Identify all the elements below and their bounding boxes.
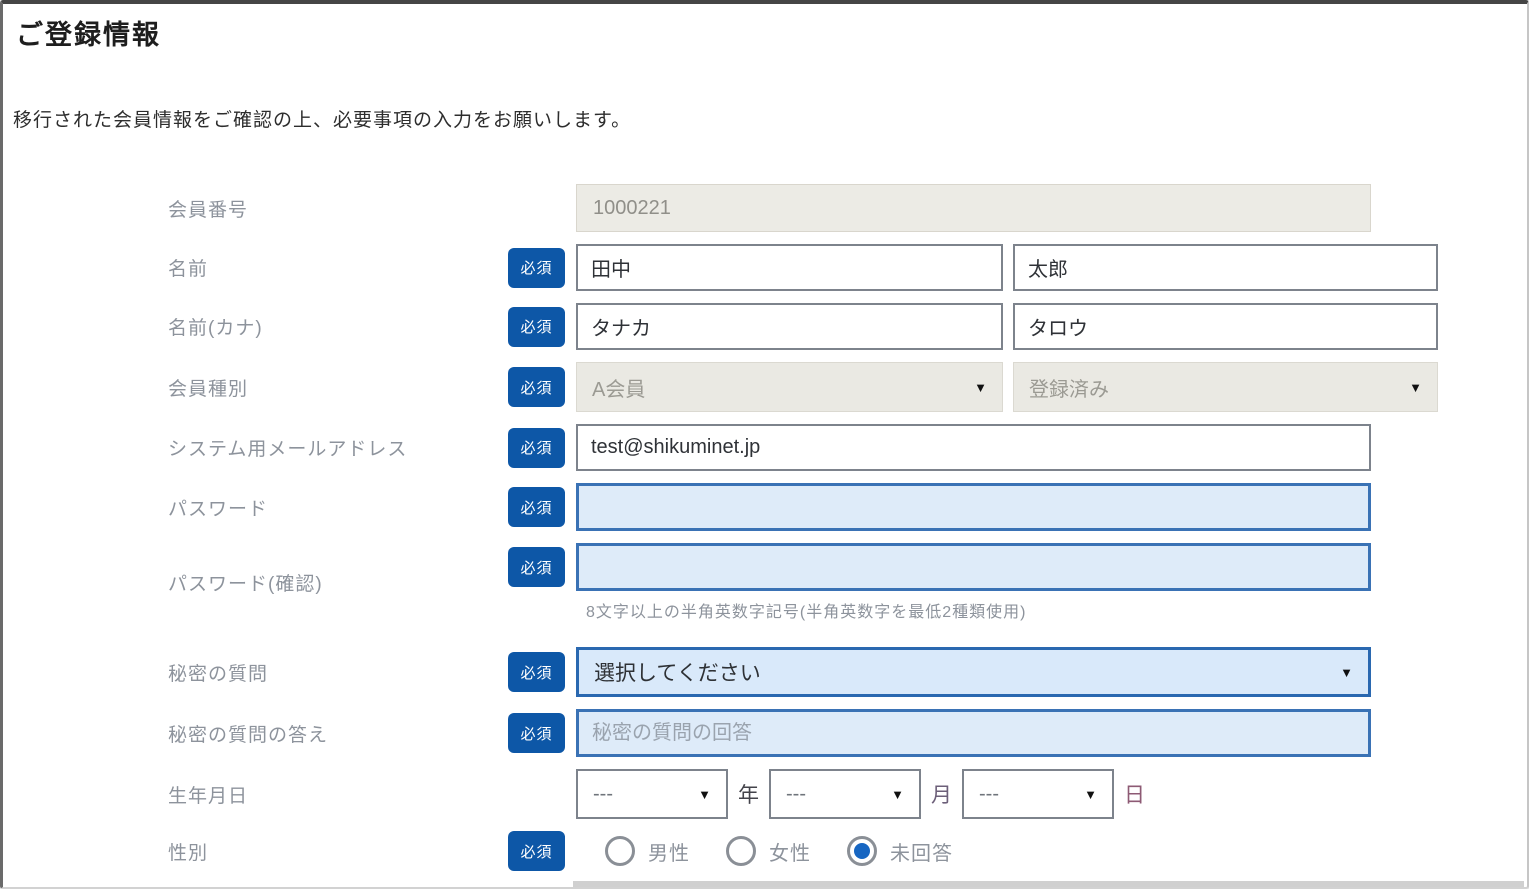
row-member-type: 会員種別 必須 A会員 ▼ 登録済み ▼ (3, 362, 1527, 412)
secret-question-value: 選択してください (594, 657, 761, 687)
email-label: システム用メールアドレス (168, 434, 508, 461)
required-badge: 必須 (508, 428, 565, 468)
required-badge: 必須 (508, 547, 565, 587)
birth-day-value: --- (979, 783, 999, 806)
password-input[interactable] (576, 483, 1371, 531)
member-status-value: 登録済み (1029, 373, 1109, 402)
page-title: ご登録情報 (16, 13, 1527, 52)
secret-question-label: 秘密の質問 (168, 659, 508, 686)
row-name: 名前 必須 (3, 244, 1527, 291)
chevron-down-icon: ▼ (1084, 787, 1097, 802)
last-name-input[interactable] (576, 244, 1003, 291)
gender-radio-group: 男性 女性 未回答 (576, 836, 953, 866)
day-unit-label: 日 (1124, 779, 1145, 809)
password-rule-hint: 8文字以上の半角英数字記号(半角英数字を最低2種類使用) (586, 598, 1371, 622)
required-badge: 必須 (508, 831, 565, 871)
registration-form: 会員番号 名前 必須 (3, 184, 1527, 871)
password-confirm-label: パスワード(確認) (168, 569, 508, 596)
row-secret-question: 秘密の質問 必須 選択してください ▼ (3, 647, 1527, 697)
row-name-kana: 名前(カナ) 必須 (3, 303, 1527, 350)
row-password-confirm: パスワード(確認) 必須 8文字以上の半角英数字記号(半角英数字を最低2種類使用… (3, 543, 1527, 622)
member-status-select: 登録済み ▼ (1013, 362, 1438, 412)
required-badge: 必須 (508, 307, 565, 347)
chevron-down-icon: ▼ (891, 787, 904, 802)
birth-year-value: --- (593, 783, 613, 806)
row-email: システム用メールアドレス 必須 (3, 424, 1527, 471)
birth-year-select[interactable]: --- ▼ (576, 769, 728, 819)
registration-page: ご登録情報 移行された会員情報をご確認の上、必要事項の入力をお願いします。 会員… (0, 0, 1529, 889)
row-secret-answer: 秘密の質問の答え 必須 (3, 709, 1527, 757)
gender-noanswer-label: 未回答 (890, 837, 953, 866)
birth-date-label: 生年月日 (168, 781, 508, 808)
row-member-number: 会員番号 (3, 184, 1527, 232)
secret-answer-label: 秘密の質問の答え (168, 720, 508, 747)
first-name-kana-input[interactable] (1013, 303, 1438, 350)
gender-label: 性別 (168, 838, 508, 865)
chevron-down-icon: ▼ (698, 787, 711, 802)
page-description: 移行された会員情報をご確認の上、必要事項の入力をお願いします。 (13, 105, 1527, 132)
required-badge: 必須 (508, 652, 565, 692)
required-badge: 必須 (508, 713, 565, 753)
row-gender: 性別 必須 男性 女性 (3, 831, 1527, 871)
birth-month-select[interactable]: --- ▼ (769, 769, 921, 819)
radio-male-icon[interactable] (605, 836, 635, 866)
row-password: パスワード 必須 (3, 483, 1527, 531)
required-badge: 必須 (508, 367, 565, 407)
chevron-down-icon: ▼ (1340, 665, 1353, 680)
secret-question-select[interactable]: 選択してください ▼ (576, 647, 1371, 697)
member-type-select: A会員 ▼ (576, 362, 1003, 412)
member-number-field (576, 184, 1371, 232)
email-input[interactable] (576, 424, 1371, 471)
member-type-value: A会員 (592, 373, 645, 402)
secret-answer-input[interactable] (576, 709, 1371, 757)
name-label: 名前 (168, 254, 508, 281)
chevron-down-icon: ▼ (1409, 380, 1422, 395)
first-name-input[interactable] (1013, 244, 1438, 291)
member-type-label: 会員種別 (168, 374, 508, 401)
row-birth-date: 生年月日 --- ▼ 年 --- ▼ 月 (3, 769, 1527, 819)
year-unit-label: 年 (738, 779, 759, 809)
chevron-down-icon: ▼ (974, 380, 987, 395)
radio-noanswer-icon[interactable] (847, 836, 877, 866)
badge-spacer (508, 774, 565, 814)
gender-female-label: 女性 (769, 837, 811, 866)
name-kana-label: 名前(カナ) (168, 313, 508, 340)
birth-day-select[interactable]: --- ▼ (962, 769, 1114, 819)
gender-option-noanswer[interactable]: 未回答 (847, 836, 953, 866)
birth-month-value: --- (786, 783, 806, 806)
next-field-edge (573, 881, 1524, 887)
gender-male-label: 男性 (648, 837, 690, 866)
password-label: パスワード (168, 494, 508, 521)
gender-option-male[interactable]: 男性 (605, 836, 690, 866)
last-name-kana-input[interactable] (576, 303, 1003, 350)
month-unit-label: 月 (931, 779, 952, 809)
radio-female-icon[interactable] (726, 836, 756, 866)
badge-spacer (508, 188, 565, 228)
password-confirm-input[interactable] (576, 543, 1371, 591)
gender-option-female[interactable]: 女性 (726, 836, 811, 866)
required-badge: 必須 (508, 487, 565, 527)
member-number-label: 会員番号 (168, 195, 508, 222)
required-badge: 必須 (508, 248, 565, 288)
